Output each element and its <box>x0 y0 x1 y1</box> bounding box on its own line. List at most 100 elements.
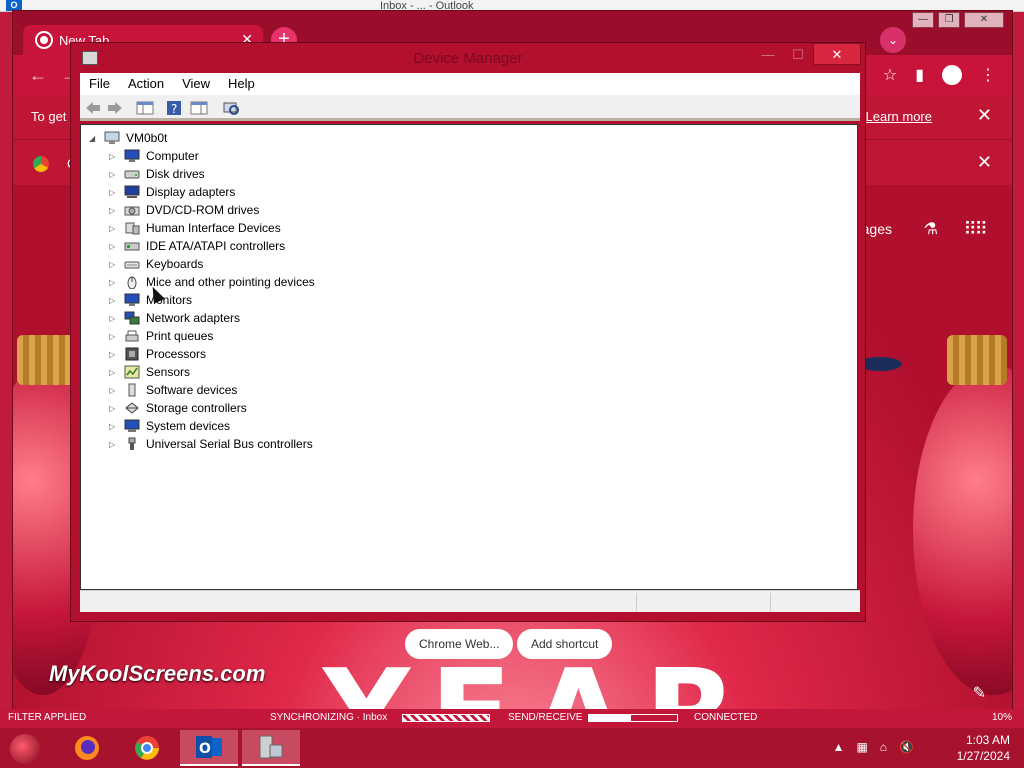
taskbar-clock[interactable]: 1:03 AM 1/27/2024 <box>957 732 1010 764</box>
taskbar-device-manager[interactable] <box>242 730 300 766</box>
menu-file[interactable]: File <box>80 73 119 95</box>
cpu-icon <box>125 347 139 361</box>
tree-item[interactable]: ▷ Storage controllers <box>109 399 247 417</box>
tree-item[interactable]: ▷ Mice and other pointing devices <box>109 273 315 291</box>
speaker-muted-icon[interactable]: 🔇 <box>899 740 914 754</box>
expand-triangle-icon[interactable]: ▷ <box>109 332 119 341</box>
show-hide-console-tree-icon[interactable] <box>136 100 154 116</box>
status-divider <box>770 593 771 611</box>
side-panel-icon[interactable]: ▮ <box>915 65 924 85</box>
software-icon <box>128 383 136 397</box>
status-zoom: 10% <box>992 712 1013 723</box>
close-button[interactable]: ✕ <box>813 43 861 65</box>
profile-avatar[interactable] <box>942 65 962 85</box>
restore-button[interactable]: ❐ <box>938 12 960 28</box>
back-arrow-icon[interactable]: ← <box>29 65 47 86</box>
clock-date: 1/27/2024 <box>956 749 1010 763</box>
expand-triangle-icon[interactable]: ▷ <box>109 440 119 449</box>
labs-flask-icon[interactable]: ⚗ <box>924 219 938 239</box>
display-icon <box>124 185 140 198</box>
expand-triangle-icon[interactable]: ▷ <box>109 152 119 161</box>
minimize-button[interactable]: — <box>912 12 934 28</box>
expand-triangle-icon[interactable]: ▷ <box>109 224 119 233</box>
tree-item-label: Display adapters <box>146 185 236 199</box>
tree-item[interactable]: ▷ Processors <box>109 345 206 363</box>
tree-item[interactable]: ▷ Disk drives <box>109 165 205 183</box>
expand-triangle-icon[interactable]: ▷ <box>109 386 119 395</box>
status-filter: FILTER APPLIED <box>8 712 87 723</box>
expand-triangle-icon[interactable]: ▷ <box>109 278 119 287</box>
menu-action[interactable]: Action <box>119 73 173 95</box>
tree-item[interactable]: ▷ IDE ATA/ATAPI controllers <box>109 237 285 255</box>
kebab-menu-icon[interactable]: ⋮ <box>980 65 996 85</box>
tree-item[interactable]: ▷ Network adapters <box>109 309 240 327</box>
outlook-statusbar: FILTER APPLIED SYNCHRONIZING · Inbox SEN… <box>0 709 1024 727</box>
taskbar-firefox[interactable] <box>58 730 116 766</box>
expand-triangle-icon[interactable]: ▷ <box>109 404 119 413</box>
learn-more-link[interactable]: Learn more <box>866 109 932 124</box>
dvd-icon <box>124 206 140 216</box>
customize-pencil-icon[interactable]: ✎ <box>973 683 986 703</box>
expand-triangle-icon[interactable]: ▷ <box>109 350 119 359</box>
tree-item[interactable]: ▷ Print queues <box>109 327 213 345</box>
infobar-secondary-close-icon[interactable]: ✕ <box>977 152 992 173</box>
tree-item[interactable]: ▷ Keyboards <box>109 255 203 273</box>
tree-item-label: Software devices <box>146 383 238 397</box>
collapse-triangle-icon[interactable]: ◢ <box>89 134 99 143</box>
expand-triangle-icon[interactable]: ▷ <box>109 260 119 269</box>
expand-triangle-icon[interactable]: ▷ <box>109 422 119 431</box>
disk-icon <box>124 170 140 179</box>
chrome-logo-icon <box>33 156 49 172</box>
device-manager-titlebar[interactable]: Device Manager — ☐ ✕ <box>71 43 865 73</box>
show-hidden-icons-chevron-icon[interactable]: ▲ <box>833 740 845 754</box>
tree-item[interactable]: ▷ System devices <box>109 417 230 435</box>
chrome-icon <box>135 736 159 760</box>
outlook-tray-icon[interactable]: ▦ <box>856 740 867 754</box>
minimize-button[interactable]: — <box>753 45 783 65</box>
tree-item[interactable]: ▷ Display adapters <box>109 183 235 201</box>
storage-icon <box>125 402 139 414</box>
forward-arrow-icon[interactable] <box>106 100 124 116</box>
tree-item[interactable]: ▷ Computer <box>109 147 199 165</box>
expand-triangle-icon[interactable]: ▷ <box>109 314 119 323</box>
expand-triangle-icon[interactable]: ▷ <box>109 242 119 251</box>
tree-item[interactable]: ▷ Sensors <box>109 363 190 381</box>
tree-item[interactable]: ▷ Human Interface Devices <box>109 219 281 237</box>
tree-item[interactable]: ▷ Software devices <box>109 381 237 399</box>
apps-grid-icon[interactable]: ⠿⠿ <box>964 219 988 240</box>
expand-triangle-icon[interactable]: ▷ <box>109 170 119 179</box>
taskbar: O ▲ ▦ ⌂ 🔇 1:03 AM 1/27/2024 <box>0 728 1024 768</box>
properties-pane-icon[interactable] <box>190 100 208 116</box>
add-shortcut-button[interactable]: Add shortcut <box>517 629 613 659</box>
expand-triangle-icon[interactable]: ▷ <box>109 368 119 377</box>
expand-triangle-icon[interactable]: ▷ <box>109 296 119 305</box>
start-button[interactable] <box>10 734 40 764</box>
network-icon[interactable]: ⌂ <box>880 740 887 754</box>
tree-root-node[interactable]: ◢ VM0b0t <box>89 129 167 147</box>
taskbar-outlook[interactable]: O <box>180 730 238 766</box>
svg-text:O: O <box>199 741 211 757</box>
infobar-close-icon[interactable]: ✕ <box>977 105 992 126</box>
images-link[interactable]: ages <box>862 221 892 237</box>
shortcut-chrome-web-store[interactable]: Chrome Web... <box>405 629 514 659</box>
maximize-button[interactable]: ☐ <box>783 45 813 65</box>
status-connected: CONNECTED <box>694 712 758 723</box>
window-title: Device Manager <box>413 50 523 67</box>
tree-item[interactable]: ▷ Universal Serial Bus controllers <box>109 435 313 453</box>
taskbar-chrome[interactable] <box>118 730 176 766</box>
tree-root-label: VM0b0t <box>126 131 168 145</box>
scan-hardware-changes-icon[interactable] <box>222 100 240 116</box>
ornament-right <box>913 365 1012 695</box>
help-icon[interactable]: ? <box>166 100 182 116</box>
tree-item[interactable]: ▷ DVD/CD-ROM drives <box>109 201 259 219</box>
bookmark-star-icon[interactable]: ☆ <box>883 65 897 85</box>
back-arrow-icon[interactable] <box>84 100 102 116</box>
close-window-button[interactable]: ✕ <box>964 12 1004 28</box>
menu-help[interactable]: Help <box>219 73 264 95</box>
tab-search-chevron-icon[interactable]: ⌄ <box>880 27 906 53</box>
printer-icon <box>125 330 139 342</box>
menu-view[interactable]: View <box>173 73 219 95</box>
expand-triangle-icon[interactable]: ▷ <box>109 206 119 215</box>
expand-triangle-icon[interactable]: ▷ <box>109 188 119 197</box>
tree-item-label: Sensors <box>146 365 191 379</box>
